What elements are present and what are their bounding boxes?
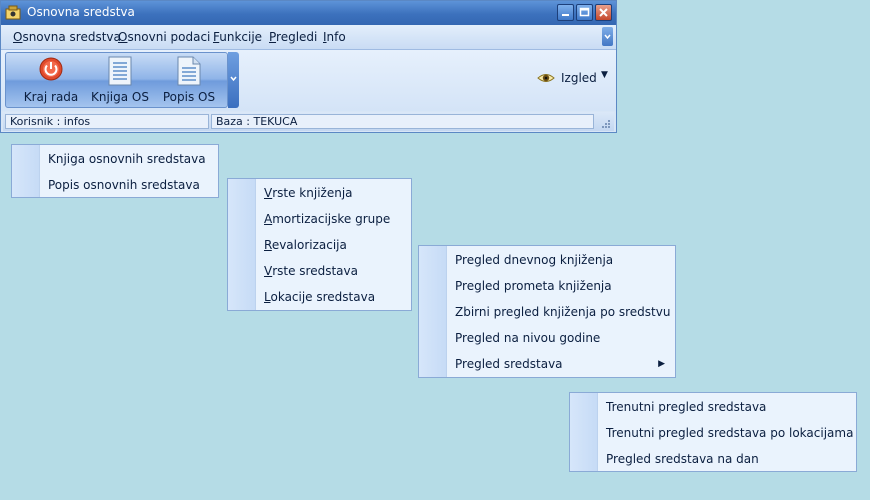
menu-pregledi-dropdown: Pregled dnevnog knjiženja Pregled promet… (418, 245, 676, 378)
menu-item-vrste-knjizenja[interactable]: Vrste knjiženja (264, 180, 405, 206)
menu-osnovni-podaci[interactable]: Osnovni podaci (118, 30, 210, 44)
toolbar-overflow-button[interactable] (228, 52, 239, 108)
eye-icon (537, 70, 555, 89)
submenu-arrow-icon: ▶ (658, 359, 665, 369)
window-title: Osnovna sredstva (27, 5, 135, 19)
menu-item-trenutni-pregled-po-lokacijama[interactable]: Trenutni pregled sredstava po lokacijama (606, 420, 853, 446)
minimize-button[interactable] (557, 4, 574, 21)
menu-pregledi[interactable]: Pregledi (269, 30, 317, 44)
menu-item-pregled-dnevnog-knjizenja[interactable]: Pregled dnevnog knjiženja (455, 247, 669, 273)
menu-osnovna-sredstva-dropdown: Knjiga osnovnih sredstava Popis osnovnih… (11, 144, 219, 198)
menu-item-popis-osnovnih-sredstava[interactable]: Popis osnovnih sredstava (48, 172, 212, 198)
close-button[interactable] (595, 4, 612, 21)
menu-pregled-sredstava-submenu: Trenutni pregled sredstava Trenutni preg… (569, 392, 857, 472)
knjiga-os-button[interactable]: Knjiga OS (86, 56, 154, 108)
chevron-down-icon (230, 76, 237, 82)
menu-item-zbirni-pregled-knjizenja[interactable]: Zbirni pregled knjiženja po sredstvu (455, 299, 670, 325)
popis-os-button[interactable]: Popis OS (156, 56, 222, 108)
menu-item-amortizacijske-grupe[interactable]: Amortizacijske grupe (264, 206, 405, 232)
maximize-button[interactable] (576, 4, 593, 21)
menu-osnovna-sredstva[interactable]: Osnovna sredstva (13, 30, 121, 44)
menu-item-lokacije-sredstava[interactable]: Lokacije sredstava (264, 284, 405, 310)
izgled-label: Izgled (561, 71, 597, 85)
status-bar: Korisnik : infos Baza : TEKUCA (3, 112, 614, 131)
document-icon (108, 56, 132, 89)
menu-item-vrste-sredstava[interactable]: Vrste sredstava (264, 258, 405, 284)
power-icon (38, 56, 64, 85)
menu-item-trenutni-pregled-sredstava[interactable]: Trenutni pregled sredstava (606, 394, 850, 420)
resize-grip-icon[interactable] (601, 118, 611, 128)
menu-funkcije[interactable]: Funkcije (213, 30, 262, 44)
menu-item-revalorizacija[interactable]: Revalorizacija (264, 232, 405, 258)
app-icon (5, 5, 21, 21)
menu-bar: Osnovna sredstva Osnovni podaci Funkcije… (1, 25, 616, 50)
status-user: Korisnik : infos (5, 114, 209, 129)
main-window: Osnovna sredstva Osnovna sredstva Osnovn… (0, 0, 617, 133)
menu-item-pregled-sredstava[interactable]: Pregled sredstava ▶ (455, 351, 669, 377)
chevron-down-icon (604, 34, 611, 40)
menu-item-pregled-prometa-knjizenja[interactable]: Pregled prometa knjiženja (455, 273, 669, 299)
menu-overflow-button[interactable] (602, 27, 613, 46)
menu-osnovni-podaci-dropdown: Vrste knjiženja Amortizacijske grupe Rev… (227, 178, 412, 311)
kraj-rada-button[interactable]: Kraj rada (16, 56, 86, 108)
status-database: Baza : TEKUCA (211, 114, 594, 129)
menu-item-pregled-sredstava-na-dan[interactable]: Pregled sredstava na dan (606, 446, 850, 472)
menu-info[interactable]: Info (323, 30, 346, 44)
caret-down-icon: ▼ (601, 70, 608, 80)
toolbar: Kraj rada Knjiga OS Popis OS (5, 52, 228, 108)
document-icon (177, 56, 201, 89)
toolbar-area: Kraj rada Knjiga OS Popis OS Izgled ▼ (1, 50, 616, 111)
menu-item-pregled-na-nivou-godine[interactable]: Pregled na nivou godine (455, 325, 669, 351)
menu-item-knjiga-osnovnih-sredstava[interactable]: Knjiga osnovnih sredstava (48, 146, 212, 172)
title-bar[interactable]: Osnovna sredstva (1, 1, 616, 25)
